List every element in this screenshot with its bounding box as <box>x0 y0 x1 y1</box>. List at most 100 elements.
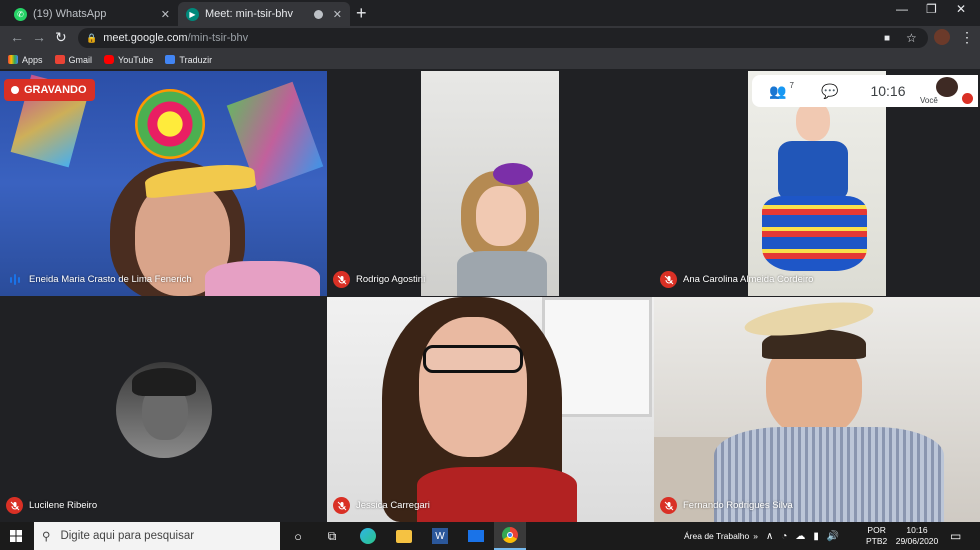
reload-icon[interactable]: ↻ <box>55 29 67 46</box>
participant-name: Lucilene Ribeiro <box>29 500 98 511</box>
record-icon <box>11 86 19 94</box>
search-placeholder: Digite aqui para pesquisar <box>60 530 195 542</box>
participants-button[interactable]: 👥 7 <box>752 80 804 100</box>
back-icon[interactable]: ← <box>10 29 24 45</box>
bookmark-gmail[interactable]: Gmail <box>54 54 93 65</box>
language-code: POR <box>867 525 886 535</box>
language-indicator[interactable]: POR PTB2 <box>866 522 887 550</box>
meeting-clock: 10:16 <box>870 83 906 99</box>
new-tab-button[interactable]: + <box>356 3 367 23</box>
desktop-label: Área de Trabalho <box>684 531 750 541</box>
participant-tile[interactable]: Lucilene Ribeiro <box>0 297 327 522</box>
participant-name-row: Jessica Carregari <box>333 497 430 514</box>
tab-whatsapp[interactable]: ✆ (19) WhatsApp ✕ <box>6 2 178 26</box>
word-icon[interactable]: W <box>424 522 456 550</box>
people-icon: 👥 <box>769 82 787 99</box>
battery-icon[interactable]: ▮ <box>813 531 819 542</box>
task-view-icon[interactable]: ⧉ <box>316 522 348 550</box>
hair-bow <box>493 163 533 185</box>
clock-date: 29/06/2020 <box>895 536 939 546</box>
whatsapp-icon: ✆ <box>14 7 27 21</box>
participant-shirt <box>205 261 320 296</box>
meet-icon: ▶ <box>186 7 199 21</box>
participant-face <box>476 186 526 246</box>
participant-tile[interactable]: Rodrigo Agostini <box>327 71 654 296</box>
file-explorer-icon[interactable] <box>388 522 420 550</box>
participant-tile[interactable]: Fernando Rodrigues Silva <box>654 297 980 522</box>
participant-name-row: Eneida Maria Crasto de Lima Fenerich <box>6 271 192 288</box>
windows-taskbar: ⚲ Digite aqui para pesquisar ○ ⧉ W Área … <box>0 522 980 550</box>
search-icon: ⚲ <box>42 531 51 543</box>
camera-icon[interactable]: ■ <box>884 33 890 44</box>
participant-shirt <box>457 251 547 296</box>
tab-title: (19) WhatsApp <box>33 8 107 20</box>
notifications-icon[interactable]: ▭ <box>950 522 961 550</box>
participant-video <box>421 71 559 296</box>
bookmark-apps[interactable]: Apps <box>8 55 43 65</box>
participant-count: 7 <box>789 80 794 90</box>
participant-name-row: Lucilene Ribeiro <box>6 497 97 514</box>
mic-off-icon <box>333 497 350 514</box>
participant-tile[interactable]: 👥 7 💬 10:16 Você Ana Carolina Almeida Co… <box>654 71 980 296</box>
edge-icon[interactable] <box>352 522 384 550</box>
mic-off-icon <box>962 93 973 104</box>
bookmark-label: Gmail <box>68 54 93 65</box>
recording-indicator-icon <box>313 9 323 19</box>
participant-face <box>419 317 527 457</box>
show-hidden-icons-icon[interactable]: ∧ <box>766 531 773 542</box>
mail-icon[interactable] <box>460 522 492 550</box>
participant-name-row: Ana Carolina Almeida Cordeiro <box>660 271 813 288</box>
bookmark-label: Traduzir <box>179 54 213 65</box>
url-host: meet.google.com <box>103 32 188 44</box>
minimize-icon[interactable]: — <box>896 2 908 16</box>
bookmark-youtube[interactable]: YouTube <box>104 55 153 65</box>
participant-shirt <box>417 467 577 522</box>
bookmark-traduzir[interactable]: Traduzir <box>165 55 212 65</box>
apps-icon <box>8 55 18 64</box>
taskbar-clock[interactable]: 10:16 29/06/2020 <box>894 522 940 550</box>
profile-avatar[interactable] <box>934 29 950 45</box>
chat-button[interactable]: 💬 <box>804 83 856 100</box>
system-tray: ∧ ◔ ☁ ▮ 🔊 <box>766 522 839 550</box>
mic-off-icon <box>333 271 350 288</box>
mic-off-icon <box>660 271 677 288</box>
url-path: /min-tsir-bhv <box>187 32 249 44</box>
translate-icon <box>165 55 176 64</box>
volume-icon[interactable]: 🔊 <box>827 531 839 542</box>
meet-grid: GRAVANDO Eneida Maria Crasto de Lima Fen… <box>0 71 980 522</box>
star-icon[interactable]: ☆ <box>906 31 917 45</box>
chevron-icon: » <box>753 531 758 541</box>
bookmark-label: Apps <box>22 54 43 65</box>
participant-face <box>796 101 830 141</box>
participant-dress-skirt <box>762 196 867 271</box>
taskbar-search[interactable]: ⚲ Digite aqui para pesquisar <box>34 522 280 550</box>
participant-tile[interactable]: GRAVANDO Eneida Maria Crasto de Lima Fen… <box>0 71 327 296</box>
mic-off-icon <box>6 497 23 514</box>
desktop-toolbar[interactable]: Área de Trabalho» <box>684 522 758 550</box>
participant-name: Eneida Maria Crasto de Lima Fenerich <box>29 274 192 285</box>
url-field[interactable]: 🔒 meet.google.com /min-tsir-bhv ■ ☆ <box>78 28 928 48</box>
glasses <box>423 345 523 373</box>
menu-icon[interactable]: ⋮ <box>960 29 974 46</box>
participant-name: Jessica Carregari <box>356 500 430 511</box>
chrome-icon[interactable] <box>494 522 526 550</box>
participant-tile[interactable]: Jessica Carregari <box>327 297 654 522</box>
close-tab-icon[interactable]: ✕ <box>161 8 170 21</box>
participant-hair <box>132 368 196 396</box>
tab-meet[interactable]: ▶ Meet: min-tsir-bhv ✕ <box>178 2 350 26</box>
windows-start-icon[interactable] <box>0 522 32 550</box>
onedrive-icon[interactable]: ☁ <box>795 531 805 542</box>
decoration-rosette <box>135 89 205 159</box>
cortana-icon[interactable]: ○ <box>282 522 314 550</box>
restore-icon[interactable]: ❐ <box>926 2 937 16</box>
close-tab-icon[interactable]: ✕ <box>333 8 342 21</box>
close-window-icon[interactable]: ✕ <box>956 2 966 16</box>
forward-icon[interactable]: → <box>32 29 46 45</box>
participant-name: Ana Carolina Almeida Cordeiro <box>683 274 814 285</box>
keyboard-layout: PTB2 <box>866 536 888 546</box>
network-icon[interactable]: ◔ <box>781 531 787 542</box>
participant-avatar <box>116 362 212 458</box>
self-view[interactable]: Você <box>920 75 978 107</box>
bookmarks-bar: Apps Gmail YouTube Traduzir <box>0 50 980 70</box>
self-label: Você <box>920 96 938 105</box>
